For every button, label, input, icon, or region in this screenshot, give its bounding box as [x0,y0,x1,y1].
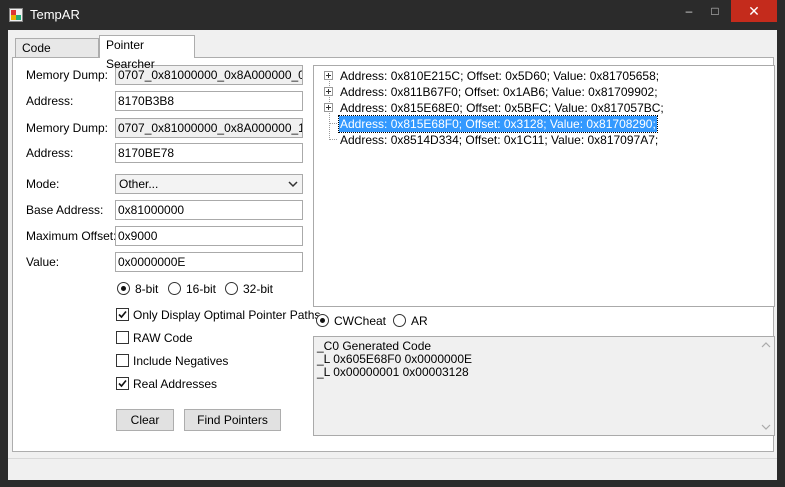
client-area: Code Converter Pointer Searcher Memory D… [8,30,777,480]
expand-icon[interactable] [324,103,333,112]
status-bar [8,458,777,480]
memory-dump-2-label: Memory Dump: [26,121,109,135]
scroll-arrows-icon [761,342,771,430]
radio-8-bit[interactable] [117,282,130,295]
tree-connector [329,139,337,140]
tree-item-text: Address: 0x815E68F0; Offset: 0x3128; Val… [338,115,658,133]
maximize-button[interactable]: □ [702,0,728,22]
radio-32-bit-label: 32-bit [243,282,274,296]
check-icon [118,379,127,388]
checkbox-optimal-paths[interactable] [116,308,129,321]
code-output-textarea[interactable]: _C0 Generated Code _L 0x605E68F0 0x00000… [313,336,775,436]
pointer-results-tree[interactable]: Address: 0x810E215C; Offset: 0x5D60; Val… [313,65,775,307]
mode-select-value: Other... [119,177,159,191]
maximum-offset-label: Maximum Offset: [26,229,117,243]
tree-item-text: Address: 0x8514D334; Offset: 0x1C11; Val… [340,133,659,147]
address-1-label: Address: [26,94,74,108]
checkbox-include-negatives[interactable] [116,354,129,367]
memory-dump-1-label: Memory Dump: [26,68,109,82]
checkbox-optimal-paths-label: Only Display Optimal Pointer Paths [133,308,321,322]
base-address-label: Base Address: [26,203,104,217]
checkbox-real-addresses[interactable] [116,377,129,390]
memory-dump-2-field[interactable]: 0707_0x81000000_0x8A000000_1.bin [115,118,303,138]
value-label: Value: [26,255,60,269]
tree-connector [329,123,337,124]
radio-cwcheat-label: CWCheat [334,314,387,328]
radio-16-bit-label: 16-bit [186,282,217,296]
address-2-input[interactable]: 8170BE78 [115,143,303,163]
radio-ar-label: AR [411,314,428,328]
check-icon [118,310,127,319]
minimize-button[interactable]: – [676,0,702,22]
checkbox-raw-code-label: RAW Code [133,331,193,345]
clear-button[interactable]: Clear [116,409,174,431]
checkbox-include-negatives-label: Include Negatives [133,354,229,368]
close-button[interactable]: ✕ [731,0,777,22]
tree-item-text: Address: 0x810E215C; Offset: 0x5D60; Val… [340,69,660,83]
value-input[interactable]: 0x0000000E [115,252,303,272]
pointer-searcher-panel: Memory Dump: 0707_0x81000000_0x8A000000_… [12,57,775,452]
tree-item-text: Address: 0x815E68E0; Offset: 0x5BFC; Val… [340,101,664,115]
find-pointers-button[interactable]: Find Pointers [184,409,281,431]
tab-pointer-searcher[interactable]: Pointer Searcher [99,35,195,71]
chevron-down-icon [288,181,298,188]
maximum-offset-input[interactable]: 0x9000 [115,226,303,246]
radio-cwcheat[interactable] [316,314,329,327]
tree-item-text: Address: 0x811B67F0; Offset: 0x1AB6; Val… [340,85,658,99]
checkbox-real-addresses-label: Real Addresses [133,377,218,391]
expand-icon[interactable] [324,87,333,96]
app-window: TempAR – □ ✕ Code Converter Pointer Sear… [0,0,785,487]
address-2-label: Address: [26,146,74,160]
app-icon [9,8,23,22]
address-1-input[interactable]: 8170B3B8 [115,91,303,111]
expand-icon[interactable] [324,71,333,80]
checkbox-raw-code[interactable] [116,331,129,344]
window-title: TempAR [30,7,80,22]
tab-code-converter[interactable]: Code Converter [15,38,99,74]
title-bar: TempAR – □ ✕ [0,0,785,30]
code-line: _L 0x00000001 0x00003128 [317,365,469,379]
base-address-input[interactable]: 0x81000000 [115,200,303,220]
vertical-scrollbar[interactable] [758,337,774,435]
radio-8-bit-label: 8-bit [135,282,159,296]
radio-32-bit[interactable] [225,282,238,295]
radio-ar[interactable] [393,314,406,327]
radio-16-bit[interactable] [168,282,181,295]
mode-select[interactable]: Other... [115,174,303,194]
mode-label: Mode: [26,177,60,191]
